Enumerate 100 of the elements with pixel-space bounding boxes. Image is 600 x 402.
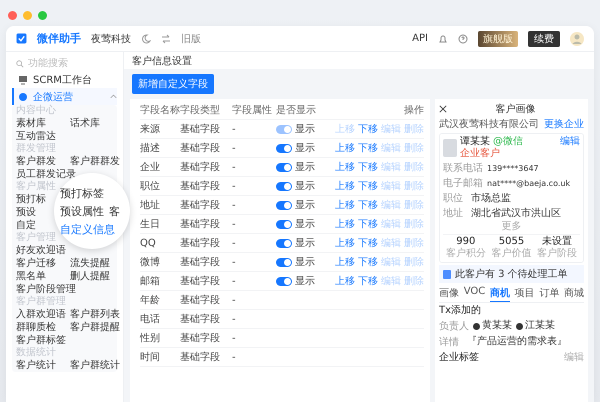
magnified-link[interactable]: 自定义信息	[60, 222, 115, 236]
action-link[interactable]: 下移	[358, 274, 378, 288]
edit-link[interactable]: 编辑	[560, 136, 580, 148]
action-link[interactable]: 下移	[358, 255, 378, 269]
action-link[interactable]: 下移	[358, 217, 378, 231]
minimize-window-dot[interactable]	[23, 10, 32, 20]
table-cell-text: -	[232, 332, 237, 344]
panel-tab[interactable]: 商机	[490, 285, 510, 302]
more-link[interactable]: 更多	[502, 221, 522, 233]
sidebar-item[interactable]: SCRM工作台	[12, 71, 117, 88]
api-link[interactable]: API	[412, 33, 428, 44]
table-cell-text: 来源	[140, 122, 161, 136]
group-heading: 客户管理	[16, 232, 57, 244]
table-cell-text: 基础字段	[180, 218, 221, 231]
toggle-switch[interactable]	[276, 162, 292, 172]
panel-tab[interactable]: 项目	[514, 285, 535, 302]
checkbox-logo-icon	[16, 33, 27, 44]
toggle-label: 显示	[295, 237, 315, 250]
toggle-switch[interactable]	[276, 238, 292, 248]
sidebar-link[interactable]: 自定	[16, 219, 36, 232]
toggle-switch[interactable]	[276, 200, 292, 210]
field-value: 『产品运营的需求表』	[467, 336, 567, 348]
sidebar-link[interactable]: 客户群标签	[16, 334, 66, 347]
magnified-link[interactable]: 预打标签	[60, 186, 104, 200]
group-heading: 客户群管理	[16, 296, 67, 308]
panel-tab[interactable]: 画像	[439, 285, 459, 302]
table-cell-text: 企业	[140, 160, 161, 174]
sidebar-link[interactable]: 入群欢迎语	[16, 308, 68, 321]
action-link[interactable]: 上移	[335, 179, 355, 193]
table-cell-text: 年龄	[140, 294, 161, 307]
sidebar-link[interactable]: 预设	[16, 206, 36, 219]
sidebar-link[interactable]: 互动雷达	[16, 130, 56, 143]
action-link[interactable]: 下移	[358, 198, 378, 212]
field-label: 联系电话	[443, 162, 483, 175]
sidebar-link[interactable]: 员工群发记录	[16, 168, 76, 181]
sidebar-link[interactable]: 话术库	[70, 117, 100, 130]
old-version-link[interactable]: 旧版	[181, 32, 201, 46]
action-link[interactable]: 下移	[358, 236, 378, 250]
field-label: 负责人	[439, 320, 469, 333]
table-cell-text: 电话	[140, 312, 161, 326]
toggle-switch[interactable]	[276, 276, 292, 286]
action-link[interactable]: 上移	[335, 160, 355, 174]
action-link[interactable]: 上移	[335, 255, 355, 269]
action-link[interactable]: 上移	[335, 217, 355, 231]
table-cell-text: -	[232, 218, 237, 230]
customer-name: 谭某某	[460, 136, 490, 148]
stat-value: 990	[456, 236, 476, 248]
sidebar-link[interactable]: 客户群统计	[70, 359, 120, 372]
add-field-button[interactable]: 新增自定义字段	[132, 74, 214, 94]
sidebar-link[interactable]: 流失提醒	[70, 257, 110, 270]
company-name: 武汉夜莺科技有限公司	[439, 118, 539, 130]
action-link[interactable]: 下移	[358, 141, 378, 155]
field-value: 湖北省武汉市洪山区	[471, 206, 561, 220]
change-company-link[interactable]: 更换企业	[544, 118, 584, 130]
sidebar-link[interactable]: 素材库	[16, 117, 68, 130]
sidebar-link[interactable]: 客户迁移	[16, 257, 68, 270]
maximize-window-dot[interactable]	[38, 10, 47, 20]
ticket-notice[interactable]: 此客户有 3 个待处理工单	[439, 265, 584, 283]
stat-label: 客户阶段	[537, 248, 578, 260]
sidebar-link[interactable]: 客户统计	[16, 359, 68, 372]
company-name: 夜莺科技	[91, 32, 131, 46]
page-title: 客户信息设置	[124, 52, 594, 69]
toggle-switch[interactable]	[276, 182, 292, 190]
magnified-link[interactable]: 预设属性	[60, 204, 104, 218]
panel-tab[interactable]: VOC	[464, 285, 486, 302]
action-link[interactable]: 下移	[358, 122, 378, 136]
owner-name: 黄某某	[482, 320, 512, 332]
chevron-up-icon	[110, 93, 117, 100]
sidebar-link[interactable]: 客户群群发	[70, 155, 120, 168]
action-link[interactable]: 上移	[335, 236, 355, 250]
toggle-label: 显示	[295, 161, 315, 174]
toggle-switch[interactable]	[276, 258, 292, 266]
action-link[interactable]: 下移	[358, 179, 378, 193]
toggle-switch[interactable]	[276, 220, 292, 228]
sidebar-link[interactable]: 客户群提醒	[70, 321, 120, 334]
magnified-link[interactable]: 客	[109, 204, 120, 218]
sidebar-link[interactable]: 预打标	[16, 193, 46, 206]
renew-button[interactable]: 续费	[528, 30, 560, 46]
sidebar-link[interactable]: 黑名单	[16, 270, 68, 283]
table-cell-text: 基础字段	[180, 236, 221, 250]
sidebar-link[interactable]: 群聊质检	[16, 321, 68, 334]
action-link[interactable]: 上移	[335, 141, 355, 155]
app-name: 微伴助手	[37, 31, 81, 46]
action-link[interactable]: 上移	[335, 198, 355, 212]
sidebar-link[interactable]: 好友欢迎语	[16, 244, 66, 257]
sidebar-link[interactable]: 客户阶段管理	[16, 283, 76, 296]
action-link[interactable]: 下移	[358, 160, 378, 174]
panel-tab[interactable]: 商城	[564, 285, 584, 302]
panel-tab[interactable]: 订单	[539, 285, 560, 302]
action-link[interactable]: 上移	[335, 274, 355, 288]
close-window-dot[interactable]	[8, 10, 17, 20]
table-cell-text: 基础字段	[180, 274, 221, 288]
sidebar-link[interactable]: 客户群列表	[70, 308, 120, 321]
sidebar-link[interactable]: 客户群发	[16, 155, 68, 168]
toggle-switch[interactable]	[276, 144, 292, 152]
edit-link[interactable]: 编辑	[564, 352, 584, 364]
sidebar-item[interactable]: 企微运营	[12, 88, 117, 105]
sidebar-link[interactable]: 删人提醒	[70, 270, 110, 283]
field-value: 市场总监	[471, 192, 511, 205]
stat-value: 5055	[498, 236, 524, 248]
